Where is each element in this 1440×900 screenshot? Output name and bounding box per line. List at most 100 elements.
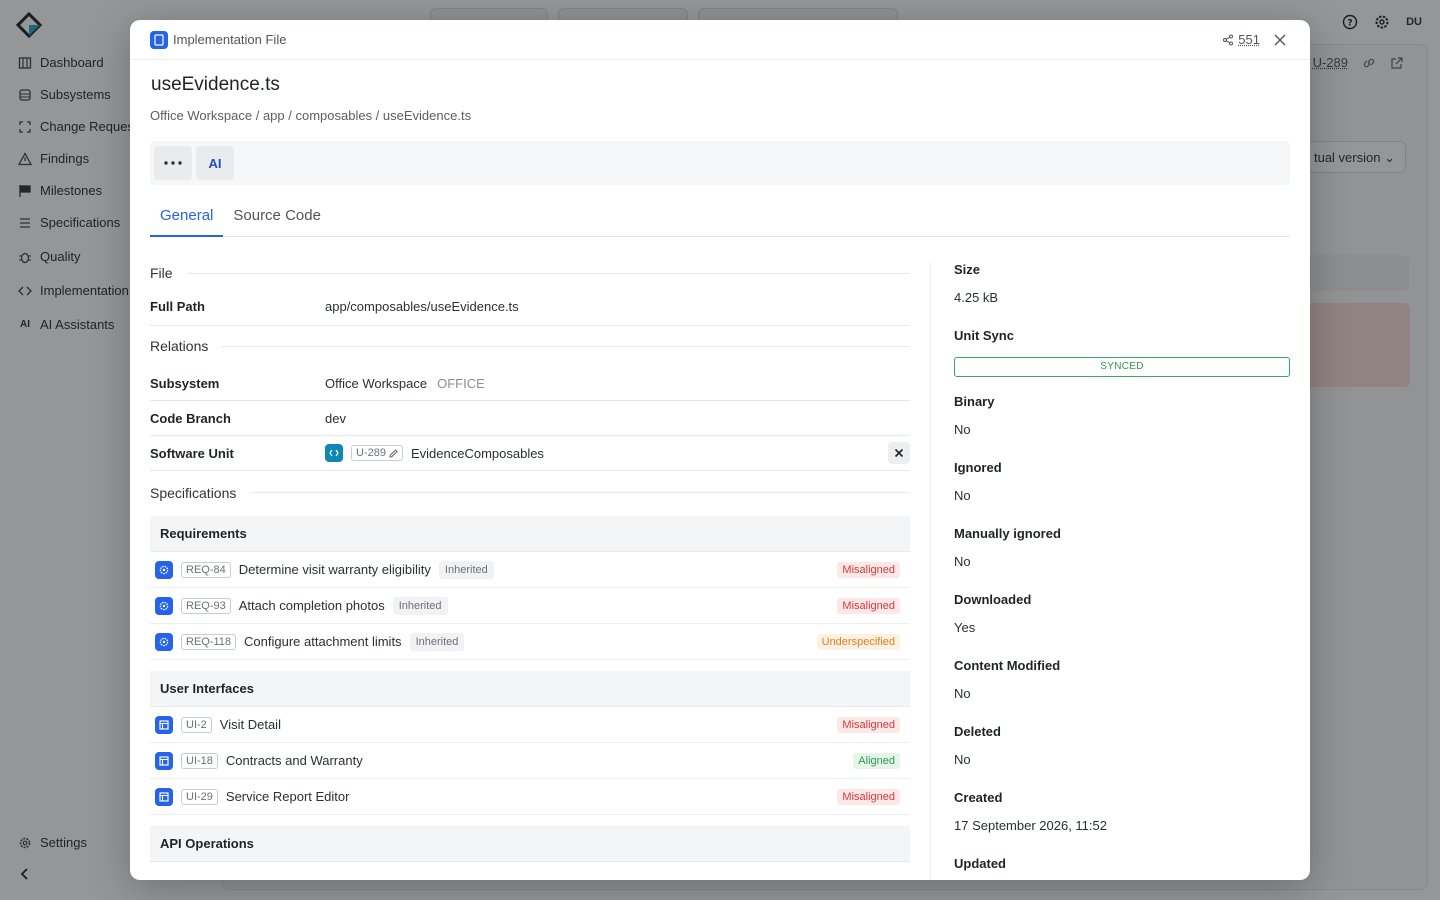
- item-name: Determine visit warranty eligibility: [238, 562, 431, 577]
- item-id-tag[interactable]: UI-29: [181, 788, 218, 805]
- prop-label: Binary: [954, 394, 995, 409]
- breadcrumb: Office Workspace / app / composables / u…: [150, 108, 472, 123]
- prop-label: Unit Sync: [954, 328, 1014, 343]
- status-badge: Aligned: [853, 752, 900, 769]
- field-full-path: Full Path app/composables/useEvidence.ts: [150, 288, 910, 326]
- prop-label: Content Modified: [954, 658, 1061, 673]
- prop-value: No: [954, 488, 971, 503]
- prop-ignored: Ignored No: [954, 458, 1290, 524]
- item-id-tag[interactable]: REQ-118: [181, 633, 237, 650]
- list-item[interactable]: UI-2 Visit Detail Misaligned: [150, 707, 910, 743]
- field-value: app/composables/useEvidence.ts: [325, 299, 519, 314]
- prop-manually-ignored: Manually ignored No: [954, 524, 1290, 590]
- prop-label: Manually ignored: [954, 526, 1061, 541]
- unit-id: U-289: [356, 447, 386, 459]
- item-id-tag[interactable]: REQ-93: [181, 597, 231, 614]
- prop-label: Downloaded: [954, 592, 1032, 607]
- list-item[interactable]: REQ-93 Attach completion photos Inherite…: [150, 588, 910, 624]
- section-specifications: Specifications: [150, 471, 910, 514]
- requirement-icon: [155, 632, 173, 651]
- section-relations: Relations: [150, 326, 910, 366]
- field-subsystem: Subsystem Office Workspace OFFICE: [150, 366, 910, 401]
- more-icon: [164, 161, 182, 165]
- inherited-badge: Inherited: [438, 560, 494, 579]
- prop-value: No: [954, 554, 971, 569]
- tab-general[interactable]: General: [150, 198, 224, 237]
- group-user-interfaces-header: User Interfaces: [150, 671, 910, 707]
- requirement-icon: [155, 560, 173, 579]
- list-item[interactable]: REQ-118 Configure attachment limits Inhe…: [150, 624, 910, 660]
- pencil-icon: [389, 448, 398, 458]
- status-badge: Misaligned: [837, 561, 900, 578]
- subsystem-code: OFFICE: [437, 375, 485, 391]
- column-divider: [930, 262, 931, 880]
- field-label: Subsystem: [150, 375, 220, 391]
- section-title: File: [150, 265, 173, 281]
- ai-button[interactable]: AI: [196, 146, 234, 180]
- share-count: 551: [1238, 32, 1260, 47]
- code-icon: [325, 444, 343, 462]
- group-requirements-header: Requirements: [150, 516, 910, 552]
- item-id-tag[interactable]: UI-18: [181, 752, 218, 769]
- page-title: useEvidence.ts: [151, 74, 280, 95]
- field-software-unit: Software Unit U-289 EvidenceComposables: [150, 436, 910, 471]
- tab-source-code[interactable]: Source Code: [223, 198, 331, 237]
- group-api-operations-header: API Operations: [150, 826, 910, 862]
- remove-unit-button[interactable]: [888, 442, 910, 464]
- file-properties: Size 4.25 kB Unit Sync SYNCED Binary No …: [954, 260, 1290, 880]
- unit-name-link[interactable]: EvidenceComposables: [411, 446, 544, 461]
- prop-created: Created 17 September 2026, 11:52: [954, 788, 1290, 854]
- modal-toolbar: AI: [150, 141, 1290, 185]
- status-badge: Misaligned: [837, 716, 900, 733]
- prop-deleted: Deleted No: [954, 722, 1290, 788]
- prop-label: Size: [954, 262, 981, 277]
- share-icon: [1223, 34, 1234, 45]
- inherited-badge: Inherited: [409, 632, 465, 651]
- section-title: Specifications: [150, 484, 237, 501]
- prop-content-modified: Content Modified No: [954, 656, 1290, 722]
- prop-label: Updated: [954, 856, 1006, 871]
- list-item[interactable]: UI-18 Contracts and Warranty Aligned: [150, 743, 910, 779]
- modal-type-label: Implementation File: [173, 32, 287, 47]
- item-name: Attach completion photos: [238, 598, 385, 613]
- section-title: Relations: [150, 338, 209, 354]
- prop-updated: Updated: [954, 854, 1290, 880]
- item-name: Configure attachment limits: [244, 634, 402, 649]
- prop-value: 4.25 kB: [954, 290, 999, 305]
- layout-icon: [155, 715, 173, 734]
- close-icon: [894, 448, 904, 458]
- field-label: Software Unit: [150, 445, 234, 461]
- subsystem-link[interactable]: Office Workspace: [325, 376, 427, 391]
- item-name: Service Report Editor: [225, 789, 350, 804]
- status-badge: Misaligned: [837, 788, 900, 805]
- status-badge: Underspecified: [816, 633, 900, 650]
- list-item[interactable]: REQ-84 Determine visit warranty eligibil…: [150, 552, 910, 588]
- item-name: Contracts and Warranty: [225, 753, 363, 768]
- general-details: File Full Path app/composables/useEviden…: [150, 258, 910, 862]
- prop-unit-sync: Unit Sync SYNCED: [954, 326, 1290, 392]
- prop-size: Size 4.25 kB: [954, 260, 1290, 326]
- more-actions-button[interactable]: [154, 146, 192, 180]
- item-id-tag[interactable]: REQ-84: [181, 561, 231, 578]
- unit-id-tag[interactable]: U-289: [351, 445, 403, 461]
- close-modal-button[interactable]: [1270, 30, 1290, 50]
- field-value: dev: [325, 410, 346, 426]
- field-label: Full Path: [150, 299, 205, 314]
- list-item[interactable]: UI-29 Service Report Editor Misaligned: [150, 779, 910, 815]
- prop-label: Deleted: [954, 724, 1001, 739]
- section-file: File: [150, 258, 910, 288]
- implementation-file-modal: Implementation File 551 useEvidence.ts O…: [130, 20, 1310, 880]
- layout-icon: [155, 787, 173, 806]
- modal-header: Implementation File 551: [130, 20, 1310, 60]
- prop-label: Ignored: [954, 460, 1002, 475]
- prop-value: No: [954, 752, 971, 767]
- requirement-icon: [155, 596, 173, 615]
- share-button[interactable]: 551: [1222, 32, 1260, 47]
- item-id-tag[interactable]: UI-2: [181, 716, 212, 733]
- status-badge: Misaligned: [837, 597, 900, 614]
- prop-value: Yes: [954, 620, 976, 635]
- prop-label: Created: [954, 790, 1003, 805]
- field-label: Code Branch: [150, 410, 231, 426]
- prop-value: No: [954, 686, 971, 701]
- inherited-badge: Inherited: [392, 596, 448, 615]
